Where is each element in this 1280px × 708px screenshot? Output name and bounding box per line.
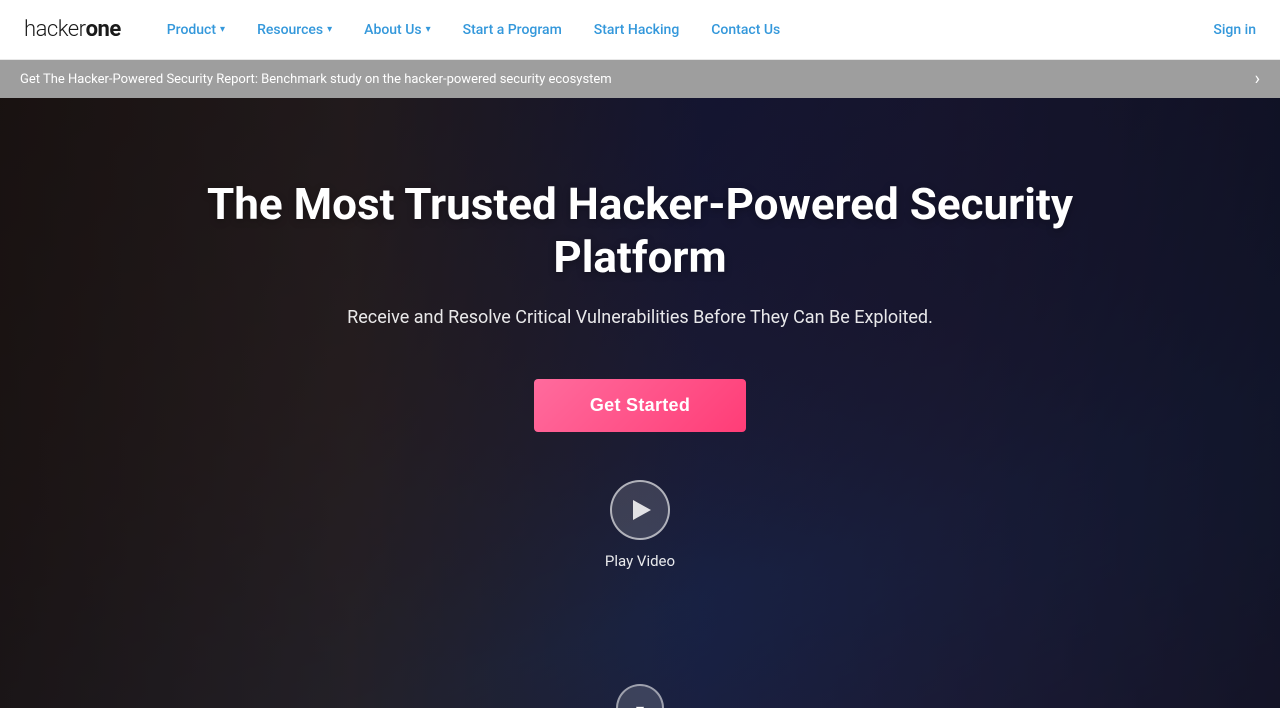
nav-label-start-program: Start a Program [463,22,562,38]
nav-item-start-hacking[interactable]: Start Hacking [580,14,694,46]
sign-in-button[interactable]: Sign in [1213,22,1256,38]
hero-title: The Most Trusted Hacker-Powered Security… [190,178,1090,284]
play-label: Play Video [605,552,675,570]
get-started-button[interactable]: Get Started [534,379,746,432]
nav-links: Product ▾ Resources ▾ About Us ▾ Start a… [153,14,1214,46]
logo[interactable]: hackerone [24,17,121,42]
hero-content: The Most Trusted Hacker-Powered Security… [190,178,1090,570]
nav-label-contact-us: Contact Us [711,22,780,38]
chevron-down-icon: ▾ [426,24,431,35]
play-video-button[interactable]: Play Video [605,480,675,570]
nav-label-start-hacking: Start Hacking [594,22,680,38]
nav-item-contact-us[interactable]: Contact Us [697,14,794,46]
announcement-banner: Get The Hacker-Powered Security Report: … [0,60,1280,98]
chevron-down-icon: ▾ [327,24,332,35]
nav-item-about-us[interactable]: About Us ▾ [350,14,444,46]
play-circle-icon [610,480,670,540]
navbar: hackerone Product ▾ Resources ▾ About Us… [0,0,1280,60]
nav-label-product: Product [167,22,216,38]
hero-subtitle: Receive and Resolve Critical Vulnerabili… [347,304,933,331]
banner-arrow-icon[interactable]: › [1255,69,1260,90]
nav-label-about-us: About Us [364,22,421,38]
nav-item-resources[interactable]: Resources ▾ [243,14,346,46]
nav-label-resources: Resources [257,22,323,38]
chevron-down-icon: ▾ [636,700,644,708]
banner-text: Get The Hacker-Powered Security Report: … [20,72,1260,87]
nav-item-start-program[interactable]: Start a Program [449,14,576,46]
hero-section: The Most Trusted Hacker-Powered Security… [0,98,1280,708]
nav-item-product[interactable]: Product ▾ [153,14,239,46]
play-triangle-icon [633,500,651,520]
chevron-down-icon: ▾ [220,24,225,35]
